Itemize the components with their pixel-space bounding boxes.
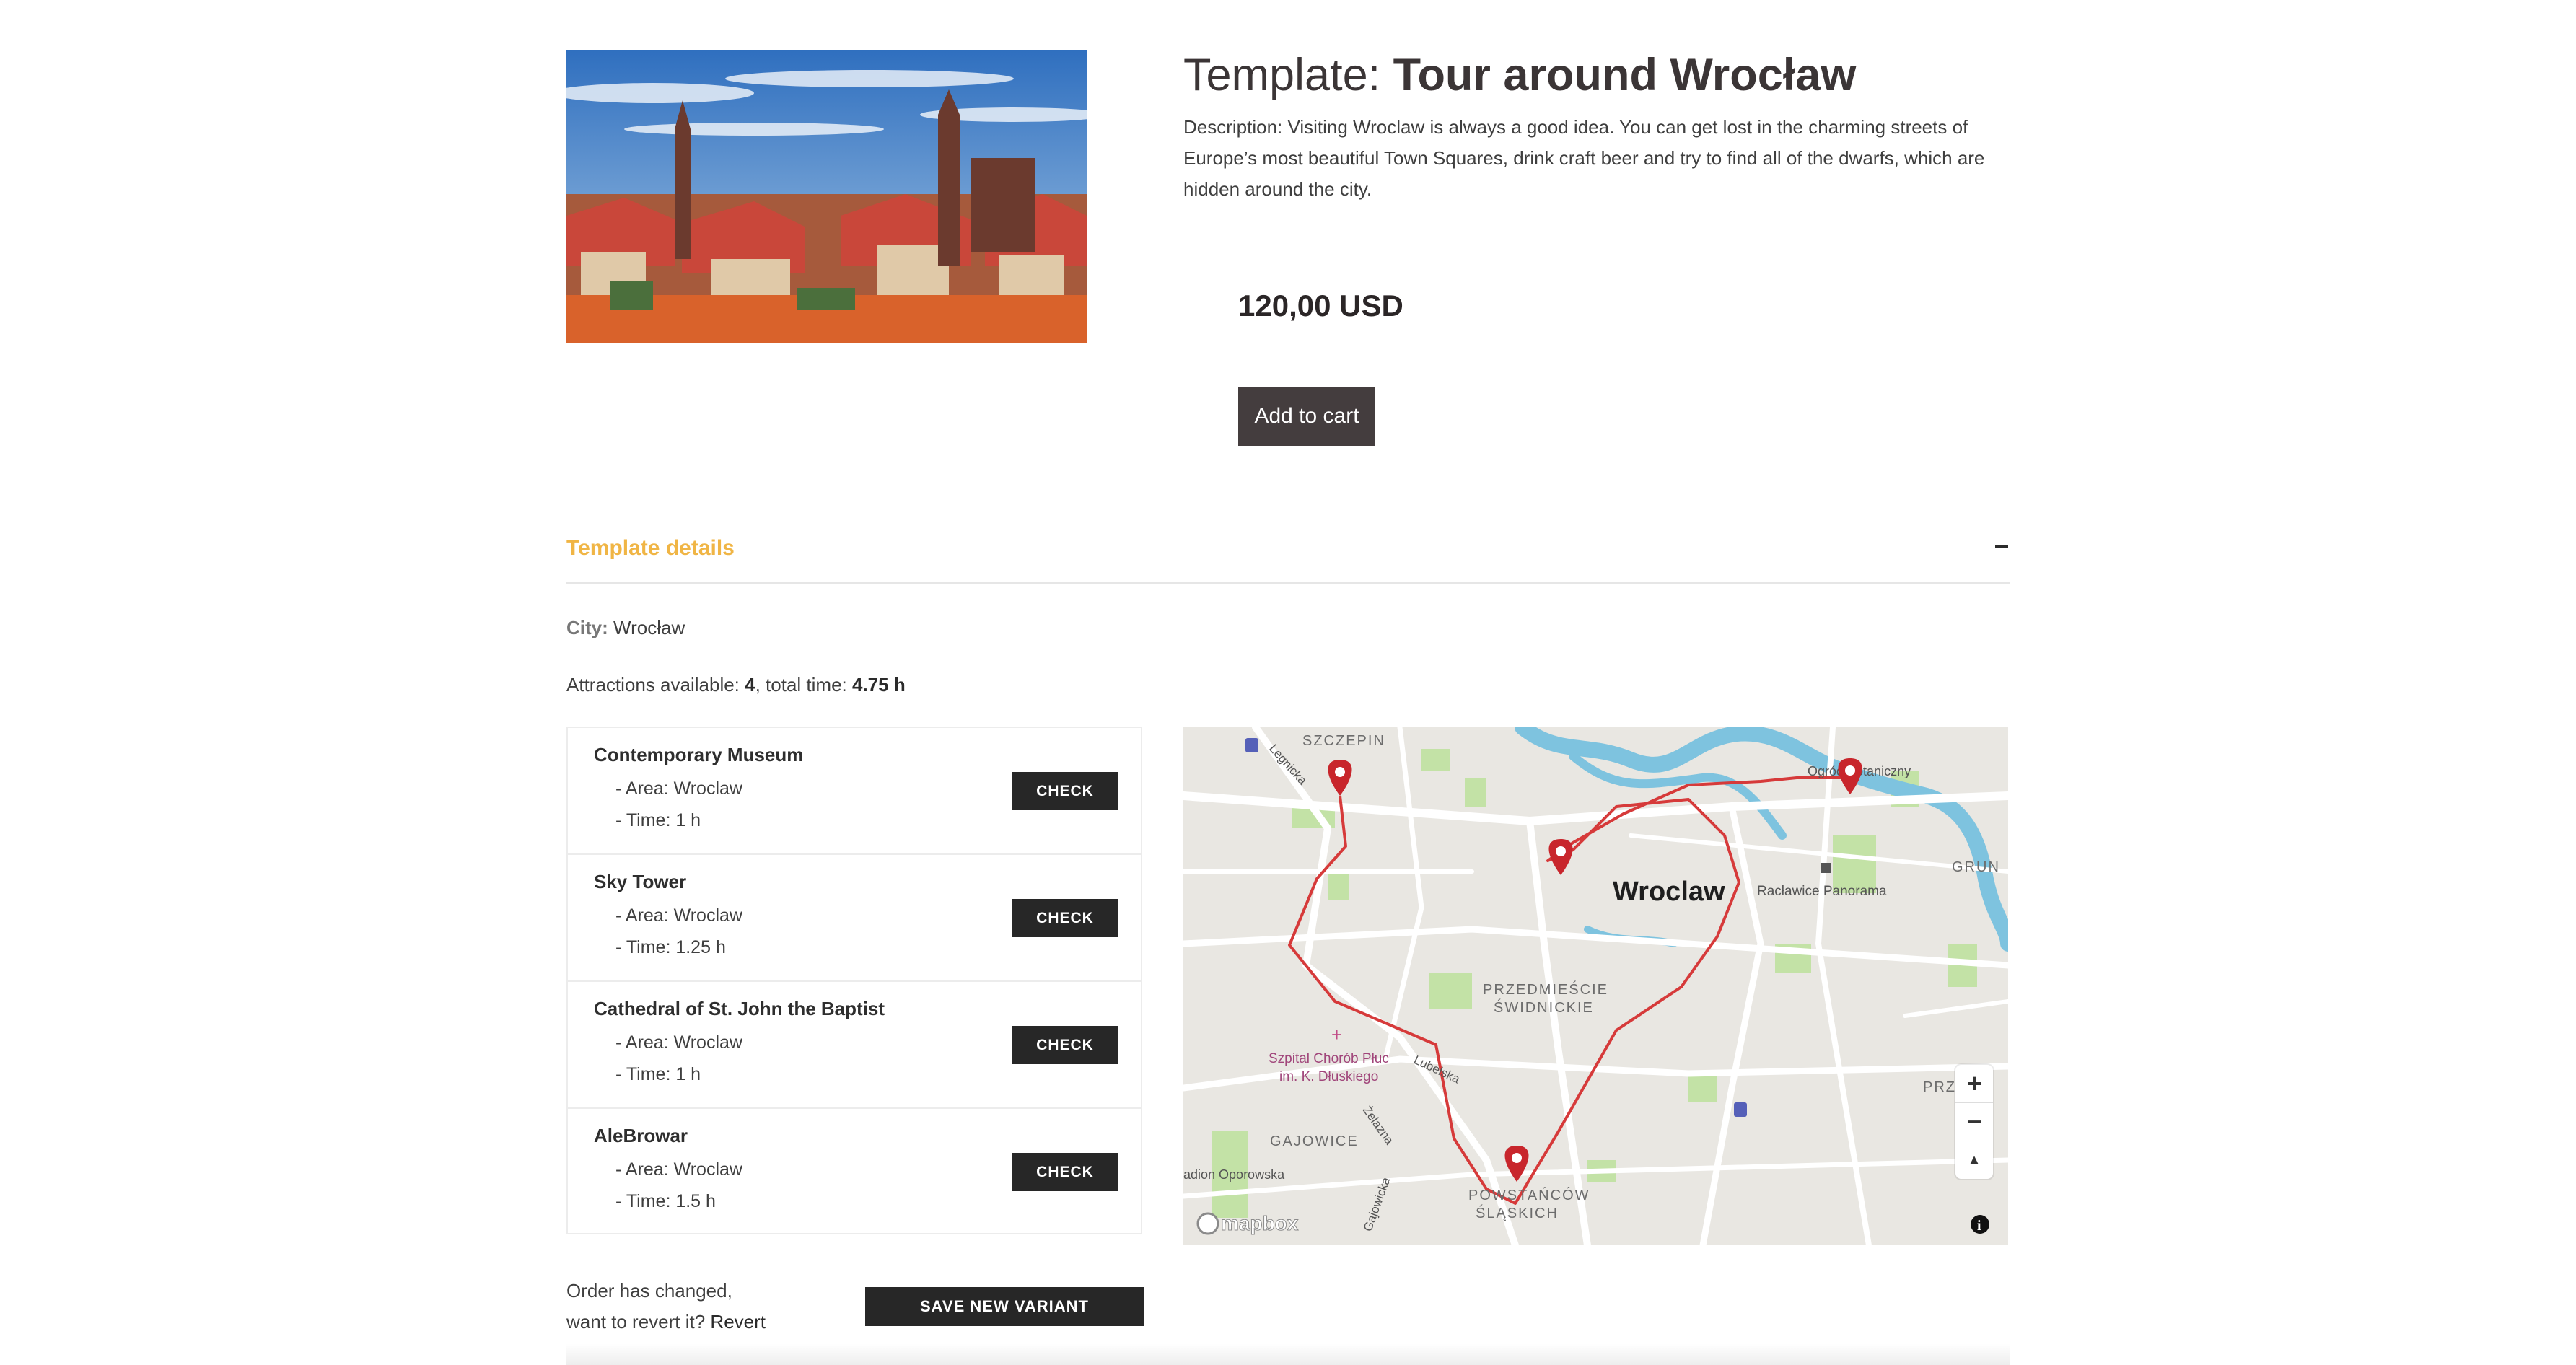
map-poi-label: Racławice Panorama	[1757, 884, 1887, 899]
price-label: 120,00 USD	[1238, 289, 1403, 322]
map-district-label: PRZ	[1923, 1079, 1956, 1095]
museum-icon	[1821, 863, 1831, 873]
attraction-list: Contemporary Museum - Area: Wroclaw - Ti…	[566, 727, 1142, 1234]
attractions-label: Attractions available:	[566, 674, 745, 695]
attractions-summary: Attractions available: 4, total time: 4.…	[566, 674, 906, 696]
map-canvas[interactable]: Wroclaw SZCZEPIN PRZEDMIEŚCIE ŚWIDNICKIE…	[1183, 727, 2008, 1245]
template-description: Description: Visiting Wroclaw is always …	[1183, 116, 1985, 200]
compass-button[interactable]: ▲	[1955, 1141, 1993, 1179]
map-district-label: GAJOWICE	[1270, 1133, 1359, 1149]
city-label: City:	[566, 617, 608, 638]
attractions-count: 4	[745, 674, 755, 695]
zoom-in-button[interactable]: +	[1955, 1065, 1993, 1103]
order-changed-notice: Order has changed, want to revert it? Re…	[566, 1276, 766, 1338]
check-button[interactable]: CHECK	[1012, 1026, 1118, 1064]
map-zoom-controls: + − ▲	[1955, 1065, 1993, 1179]
info-icon-glyph: i	[1977, 1218, 1981, 1234]
template-details-title: Template details	[566, 536, 735, 560]
map-district-label: PRZEDMIEŚCIE	[1483, 980, 1608, 998]
attraction-name: AleBrowar	[594, 1125, 688, 1146]
attraction-item[interactable]: Cathedral of St. John the Baptist - Area…	[568, 982, 1141, 1109]
transit-icon	[1245, 738, 1258, 752]
attraction-area: - Area: Wroclaw	[615, 1032, 742, 1053]
map-poi-label: im. K. Dłuskiego	[1279, 1069, 1378, 1084]
template-details-header[interactable]: Template details	[566, 530, 2010, 584]
attraction-name: Cathedral of St. John the Baptist	[594, 998, 885, 1019]
title-name: Tour around Wrocław	[1393, 50, 1857, 100]
city-value: Wrocław	[613, 617, 685, 638]
revert-prompt: want to revert it?	[566, 1311, 711, 1333]
mapbox-attribution: mapbox	[1221, 1212, 1299, 1234]
attraction-name: Contemporary Museum	[594, 744, 804, 765]
order-changed-line-2: want to revert it? Revert	[566, 1307, 766, 1338]
save-new-variant-button[interactable]: SAVE NEW VARIANT	[865, 1287, 1144, 1326]
map-city-label: Wroclaw	[1613, 877, 1725, 907]
mapbox-logo-icon	[1196, 1212, 1219, 1235]
attraction-time: - Time: 1.5 h	[615, 1191, 716, 1211]
attraction-item[interactable]: Contemporary Museum - Area: Wroclaw - Ti…	[568, 728, 1141, 855]
attraction-area: - Area: Wroclaw	[615, 1159, 742, 1180]
attraction-item[interactable]: Sky Tower - Area: Wroclaw - Time: 1.25 h…	[568, 855, 1141, 982]
zoom-out-button[interactable]: −	[1955, 1103, 1993, 1141]
order-changed-line: Order has changed,	[566, 1280, 732, 1302]
map-poi-label: Szpital Chorób Płuc	[1269, 1051, 1389, 1066]
attraction-time: - Time: 1 h	[615, 810, 701, 830]
attraction-area: - Area: Wroclaw	[615, 778, 742, 799]
map-district-label: POWSTAŃCÓW	[1468, 1187, 1590, 1203]
check-button[interactable]: CHECK	[1012, 772, 1118, 810]
add-to-cart-button[interactable]: Add to cart	[1238, 387, 1375, 446]
map-district-label: SZCZEPIN	[1302, 733, 1385, 749]
attraction-time: - Time: 1.25 h	[615, 937, 726, 957]
total-time-label: , total time:	[755, 674, 852, 695]
attraction-area: - Area: Wroclaw	[615, 905, 742, 926]
map-district-label: ŚLĄSKICH	[1476, 1204, 1559, 1221]
transit-icon	[1734, 1102, 1747, 1117]
check-button[interactable]: CHECK	[1012, 899, 1118, 937]
attraction-name: Sky Tower	[594, 871, 687, 892]
collapse-icon[interactable]	[1995, 545, 2008, 548]
title-prefix: Template:	[1183, 50, 1393, 100]
page-title: Template: Tour around Wrocław	[1183, 46, 1856, 104]
city-info: City: Wrocław	[566, 617, 685, 639]
hero-image	[566, 50, 1087, 343]
map-district-label: GRUN	[1952, 859, 2000, 875]
attraction-time: - Time: 1 h	[615, 1064, 701, 1084]
route-map[interactable]: Wroclaw SZCZEPIN PRZEDMIEŚCIE ŚWIDNICKIE…	[1183, 727, 2008, 1245]
map-poi-label: adion Oporowska	[1183, 1167, 1285, 1182]
hospital-icon: +	[1331, 1024, 1342, 1045]
attraction-item[interactable]: AleBrowar - Area: Wroclaw - Time: 1.5 h …	[568, 1109, 1141, 1236]
revert-link[interactable]: Revert	[710, 1311, 766, 1333]
bottom-shadow	[566, 1343, 2010, 1365]
total-time-value: 4.75 h	[852, 674, 906, 695]
check-button[interactable]: CHECK	[1012, 1153, 1118, 1191]
map-district-label: ŚWIDNICKIE	[1494, 998, 1594, 1016]
